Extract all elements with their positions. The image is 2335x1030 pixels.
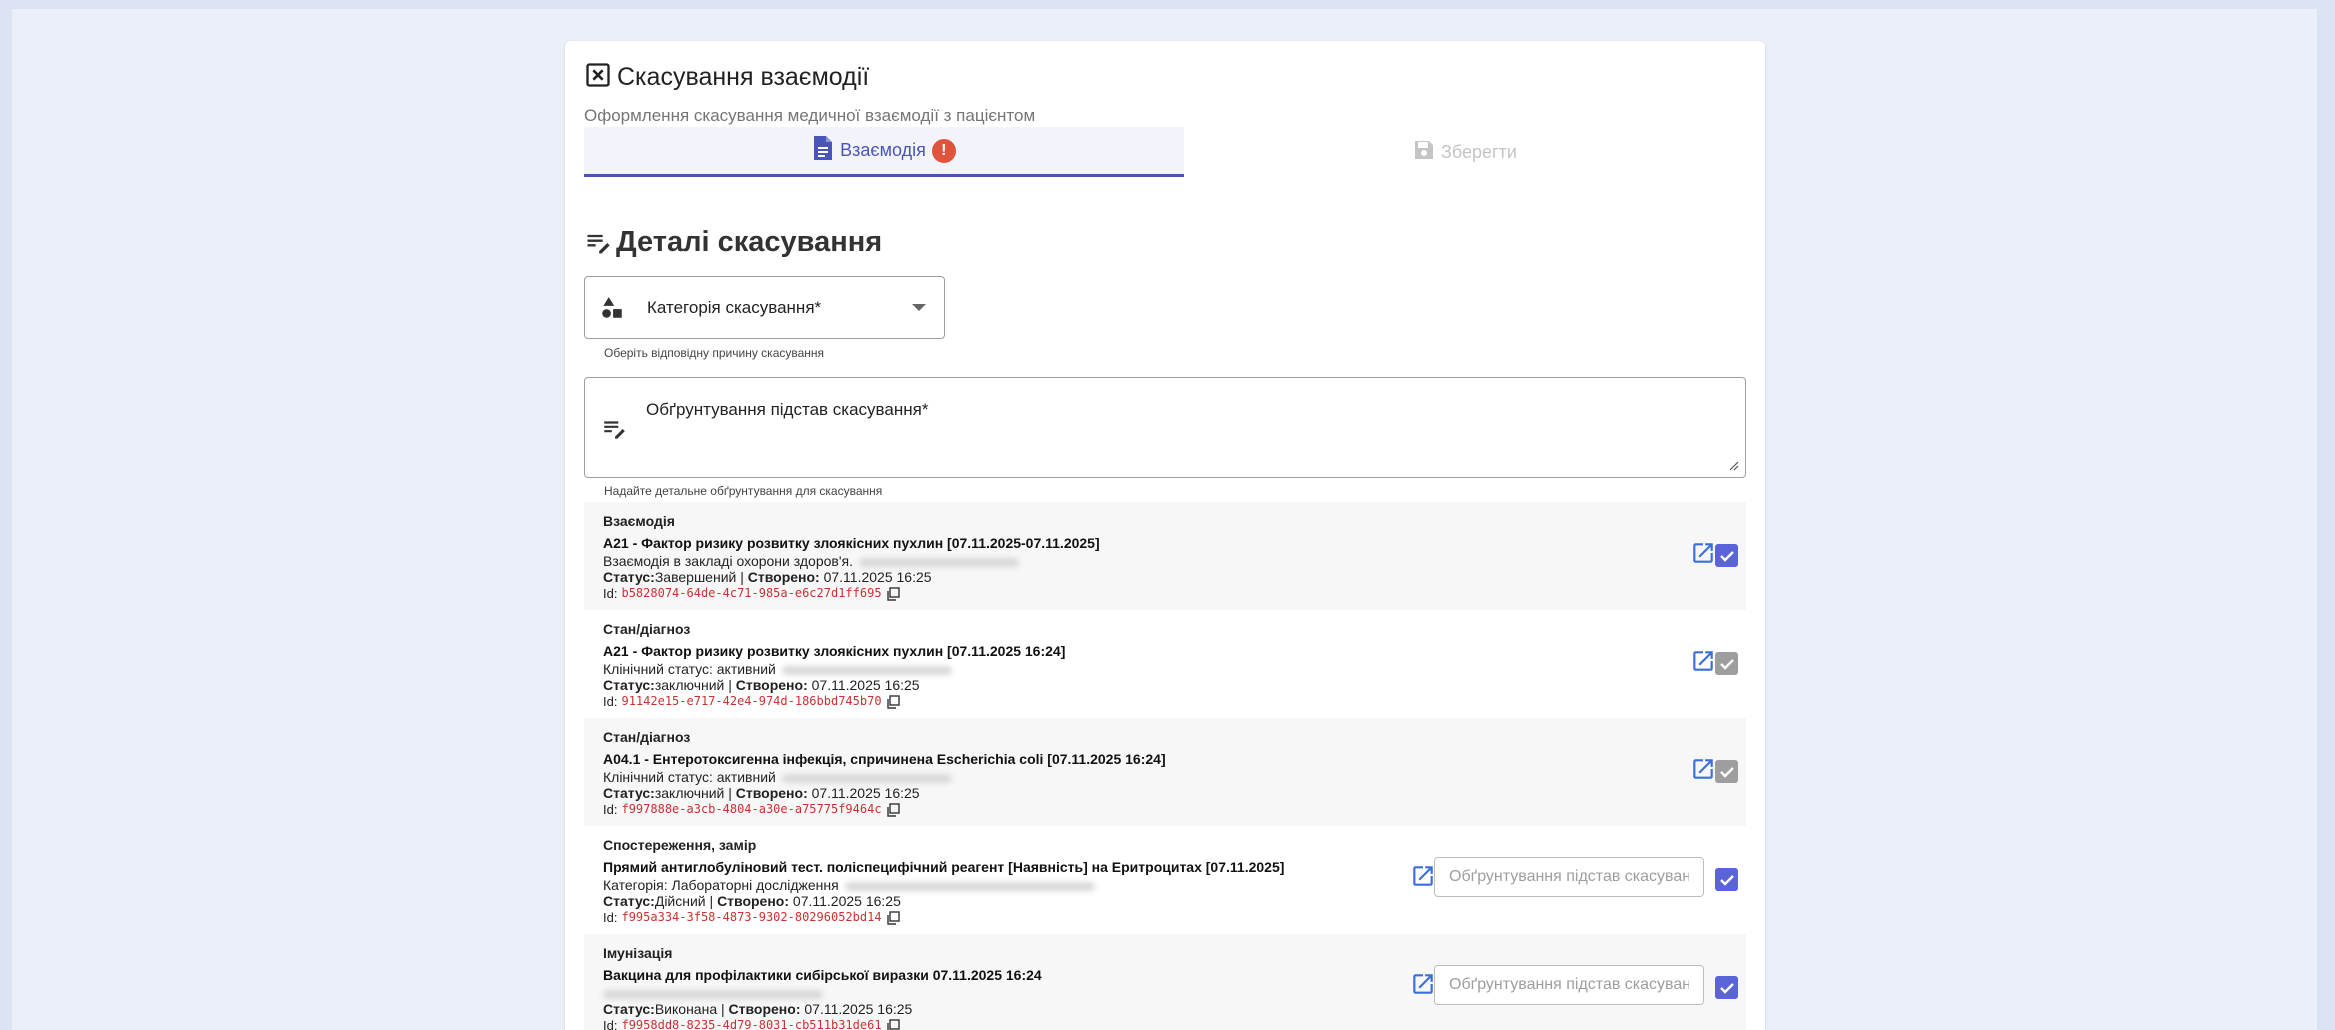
entry-created: 07.11.2025 16:25 [811,677,920,693]
entry-detail: Категорія: Лабораторні дослідження [603,877,839,893]
id-label: Id: [603,586,618,601]
entry-created: 07.11.2025 16:25 [804,1001,913,1017]
open-external-icon[interactable] [1410,863,1436,889]
entry-created: 07.11.2025 16:25 [823,569,932,585]
status-label: Статус: [603,569,655,585]
copy-icon[interactable] [886,802,900,817]
reason-helper-text: Надайте детальне обґрунтування для скасу… [604,484,883,498]
entry-type: Спостереження, замір [603,837,757,853]
copy-icon[interactable] [886,586,900,601]
category-helper-text: Оберіть відповідну причину скасування [604,346,825,360]
created-label: Створено: [735,677,808,693]
entry-reason-input[interactable] [1434,857,1704,897]
status-label: Статус: [603,893,655,909]
status-label: Статус: [603,677,655,693]
page-title: Скасування взаємодії [617,63,870,91]
entry-id: f995a334-3f58-4873-9302-80296052bd14 [621,910,882,924]
save-icon [1413,139,1435,166]
redacted-text [858,557,1019,567]
open-external-icon[interactable] [1690,540,1716,566]
id-label: Id: [603,910,618,925]
entry-detail: Взаємодія в закладі охорони здоров'я. [603,553,853,569]
page-edge [2323,0,2335,1030]
edit-notes-icon [601,416,627,447]
entry-type: Стан/діагноз [603,729,691,745]
cancel-interaction-card: Скасування взаємодії Оформлення скасуван… [565,41,1765,1030]
entry-status: заключний [654,677,725,693]
cancel-category-select[interactable]: Категорія скасування* [584,276,945,339]
entry-reason-input[interactable] [1434,965,1704,1005]
copy-icon[interactable] [886,910,900,925]
section-header: Деталі скасування [584,226,882,259]
error-badge-icon: ! [931,138,956,163]
open-external-icon[interactable] [1690,648,1716,674]
entry-type: Стан/діагноз [603,621,691,637]
category-select-label: Категорія скасування* [647,297,822,317]
tab-bar: Взаємодія ! Зберегти [584,127,1746,177]
entry-id: b5828074-64de-4c71-985a-e6c27d1ff695 [621,586,882,600]
redacted-text [781,773,952,783]
created-label: Створено: [735,785,808,801]
entry-created: 07.11.2025 16:25 [811,785,920,801]
resize-handle-icon[interactable] [1729,461,1739,471]
include-checkbox[interactable] [1715,868,1738,891]
redacted-text [603,989,823,999]
list-item: Імунізація Вакцина для профілактики сибі… [584,934,1746,1030]
copy-icon[interactable] [886,1018,900,1030]
dropdown-arrow-icon [912,304,926,311]
entry-type: Імунізація [603,945,673,961]
open-external-icon[interactable] [1410,971,1436,997]
tab-interaction-label: Взаємодія [840,140,926,160]
status-label: Статус: [603,1001,655,1017]
list-item: Стан/діагноз A04.1 - Ентеротоксигенна ін… [584,718,1746,826]
redacted-text [781,665,952,675]
section-title: Деталі скасування [616,226,883,258]
list-item: Стан/діагноз A21 - Фактор ризику розвитк… [584,610,1746,718]
tab-interaction[interactable]: Взаємодія ! [584,127,1184,177]
close-box-icon [584,61,612,94]
cancel-reason-textarea[interactable]: Обґрунтування підстав скасування* [584,377,1746,478]
include-checkbox[interactable] [1715,976,1738,999]
entry-detail: Клінічний статус: активний [603,769,776,785]
id-label: Id: [603,1018,618,1030]
document-icon [812,135,834,166]
entry-status: Завершений [654,569,737,585]
include-checkbox-disabled[interactable] [1715,652,1738,675]
page-subtitle: Оформлення скасування медичної взаємодії… [584,106,1036,125]
list-item: Спостереження, замір Прямий антиглобулін… [584,826,1746,934]
created-label: Створено: [728,1001,801,1017]
entry-name: A21 - Фактор ризику розвитку злоякісних … [603,643,1066,659]
created-label: Створено: [747,569,820,585]
include-checkbox[interactable] [1715,544,1738,567]
entry-status: Дійсний [654,893,706,909]
entry-id: f9958dd8-8235-4d79-8031-cb511b31de61 [621,1018,882,1030]
entry-id: 91142e15-e717-42e4-974d-186bbd745b70 [621,694,882,708]
category-shapes-icon [599,295,625,321]
reason-textarea-label: Обґрунтування підстав скасування* [646,400,929,419]
created-label: Створено: [717,893,790,909]
open-external-icon[interactable] [1690,756,1716,782]
copy-icon[interactable] [886,694,900,709]
redacted-text [844,881,1095,891]
entry-created: 07.11.2025 16:25 [792,893,901,909]
entry-name: A04.1 - Ентеротоксигенна інфекція, сприч… [603,751,1166,767]
id-label: Id: [603,802,618,817]
entry-status: заключний [654,785,725,801]
id-label: Id: [603,694,618,709]
entry-detail: Клінічний статус: активний [603,661,776,677]
entry-id: f997888e-a3cb-4804-a30e-a75775f9464c [621,802,882,816]
edit-notes-icon [584,229,612,257]
include-checkbox-disabled[interactable] [1715,760,1738,783]
related-entries-list: Взаємодія A21 - Фактор ризику розвитку з… [584,502,1746,1030]
entry-type: Взаємодія [603,513,675,529]
page-header: Скасування взаємодії [584,61,869,94]
status-label: Статус: [603,785,655,801]
entry-name: A21 - Фактор ризику розвитку злоякісних … [603,535,1100,551]
tab-save[interactable]: Зберегти [1184,127,1746,177]
list-item: Взаємодія A21 - Фактор ризику розвитку з… [584,502,1746,610]
entry-status: Виконана [654,1001,718,1017]
tab-save-label: Зберегти [1441,141,1517,162]
